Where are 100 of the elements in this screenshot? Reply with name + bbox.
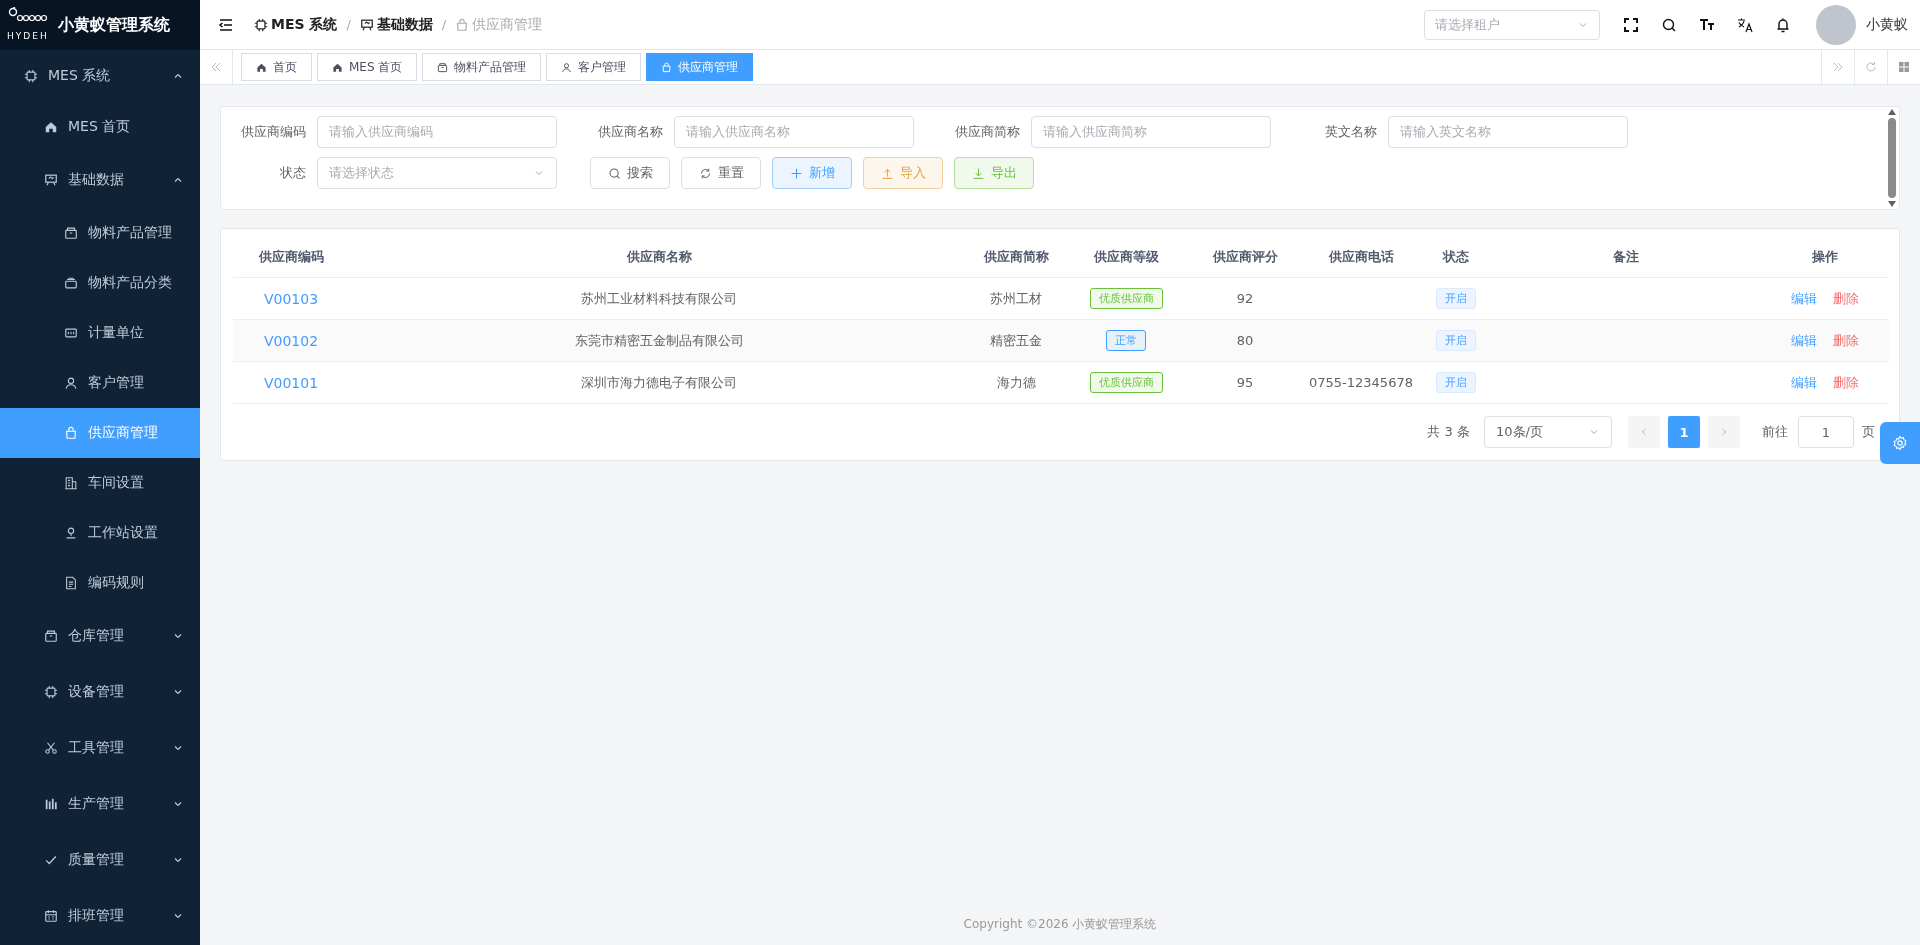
table-cell-text: 东莞市精密五金制品有限公司	[573, 331, 745, 350]
page-input[interactable]: 1	[1798, 416, 1854, 448]
home-icon	[44, 120, 58, 134]
breadcrumb-separator: /	[441, 17, 447, 32]
column-header: 备注	[1612, 248, 1640, 266]
chevron-left-icon	[1639, 427, 1649, 437]
menu-group[interactable]: 基础数据	[0, 152, 200, 208]
logo-text: HYDEH	[7, 31, 49, 41]
column-header: 供应商等级	[1092, 248, 1160, 266]
table-cell-text: 80	[1235, 333, 1255, 348]
breadcrumb-item[interactable]: MES 系统	[254, 15, 338, 34]
scissors-icon	[44, 741, 58, 755]
field-label: 状态	[279, 164, 306, 182]
refresh-icon	[698, 166, 712, 180]
field-label: 供应商简称	[954, 123, 1020, 141]
status-tag: 开启	[1436, 372, 1476, 393]
sidebar-item[interactable]: 客户管理	[0, 358, 200, 408]
page-size-select[interactable]: 10条/页	[1484, 416, 1612, 448]
bag-icon	[455, 17, 470, 32]
table-cell-text: 海力德	[995, 373, 1037, 392]
grade-tag: 优质供应商	[1089, 288, 1163, 309]
tab[interactable]: 物料产品管理	[422, 53, 542, 81]
tab[interactable]: 客户管理	[546, 53, 642, 81]
menu-group[interactable]: 质量管理	[0, 832, 200, 888]
column-header: 供应商评分	[1211, 248, 1279, 266]
goto-suffix: 页	[1862, 423, 1875, 441]
table-cell-text: 95	[1235, 375, 1255, 390]
home-icon	[332, 61, 343, 73]
translate-icon[interactable]	[1737, 16, 1753, 33]
box-icon	[437, 61, 449, 73]
doc-icon	[64, 576, 78, 590]
user-icon	[561, 61, 573, 73]
bag-icon	[661, 61, 673, 73]
tab[interactable]: MES 首页	[317, 53, 418, 81]
ant-logo-icon	[8, 7, 48, 23]
check-icon	[44, 853, 58, 867]
menu-group[interactable]: 工具管理	[0, 720, 200, 776]
menu-icon[interactable]	[218, 16, 234, 33]
app-title: 小黄蚁管理系统	[58, 14, 170, 36]
chip-icon	[24, 69, 38, 83]
font-size-icon[interactable]	[1699, 16, 1715, 33]
total-count: 共 3 条	[1427, 423, 1470, 441]
table-cell-text: 深圳市海力德电子有限公司	[580, 373, 738, 392]
scrollbar[interactable]	[1887, 109, 1897, 207]
menu-group[interactable]: 排班管理	[0, 888, 200, 944]
home-icon	[256, 61, 267, 73]
field-label: 供应商编码	[240, 123, 306, 141]
sidebar-item[interactable]: MES 首页	[0, 102, 200, 152]
table-cell-text: 精密五金	[989, 331, 1043, 350]
sidebar-item[interactable]: 物料产品管理	[0, 208, 200, 258]
sidebar-item[interactable]: 工作站设置	[0, 508, 200, 558]
sidebar-item[interactable]: 编码规则	[0, 558, 200, 608]
action-button[interactable]: 搜索	[590, 157, 670, 189]
sidebar-item[interactable]: 物料产品分类	[0, 258, 200, 308]
menu-group[interactable]: 仓库管理	[0, 608, 200, 664]
pin-icon	[64, 526, 78, 540]
refresh-icon	[1865, 61, 1877, 73]
box-icon	[44, 629, 58, 643]
breadcrumb-separator: /	[346, 17, 351, 32]
calendar-icon	[44, 909, 58, 923]
menu-group[interactable]: MES 系统	[0, 50, 200, 102]
search-icon	[607, 166, 621, 180]
status-tag: 开启	[1436, 330, 1476, 351]
table-cell-text: 92	[1235, 291, 1255, 306]
board-icon	[44, 173, 58, 187]
field-label: 供应商名称	[597, 123, 663, 141]
board-icon	[359, 17, 374, 32]
settings-button[interactable]	[1880, 422, 1920, 464]
grade-tag: 优质供应商	[1089, 372, 1163, 393]
grade-tag: 正常	[1106, 330, 1146, 351]
copyright-text: Copyright ©2026 小黄蚁管理系统	[962, 916, 1158, 933]
menu-group[interactable]: 生产管理	[0, 776, 200, 832]
search-icon[interactable]	[1661, 16, 1677, 33]
goto-label: 前往	[1762, 423, 1788, 441]
settings-icon	[1892, 435, 1908, 451]
double-chevron-icon	[210, 61, 222, 73]
column-header: 操作	[1811, 248, 1839, 266]
avatar[interactable]	[1816, 4, 1856, 45]
chip-icon	[254, 17, 268, 32]
action-button[interactable]: 重置	[681, 157, 761, 189]
fullscreen-icon[interactable]	[1623, 16, 1639, 33]
upload-icon	[880, 166, 894, 180]
sidebar-item[interactable]: 计量单位	[0, 308, 200, 358]
building-icon	[64, 476, 78, 490]
menu-group[interactable]: 设备管理	[0, 664, 200, 720]
bell-icon[interactable]	[1775, 16, 1791, 33]
tab[interactable]: 首页	[241, 53, 312, 81]
column-header: 供应商编码	[257, 248, 325, 266]
breadcrumb-item[interactable]: 基础数据	[359, 15, 433, 34]
sidebar-item[interactable]: 车间设置	[0, 458, 200, 508]
column-header: 供应商简称	[982, 248, 1050, 266]
double-chevron-icon	[1832, 61, 1844, 73]
user-name[interactable]: 小黄蚁	[1866, 15, 1908, 34]
table-cell-text: 苏州工业材料科技有限公司	[580, 289, 738, 308]
table-cell: 0755-12345678	[1309, 375, 1413, 390]
plus-icon	[789, 166, 803, 180]
download-icon	[971, 166, 985, 180]
table-cell-text: 苏州工材	[989, 289, 1043, 308]
grid-icon	[1898, 61, 1910, 73]
breadcrumb-item: 供应商管理	[455, 15, 543, 34]
